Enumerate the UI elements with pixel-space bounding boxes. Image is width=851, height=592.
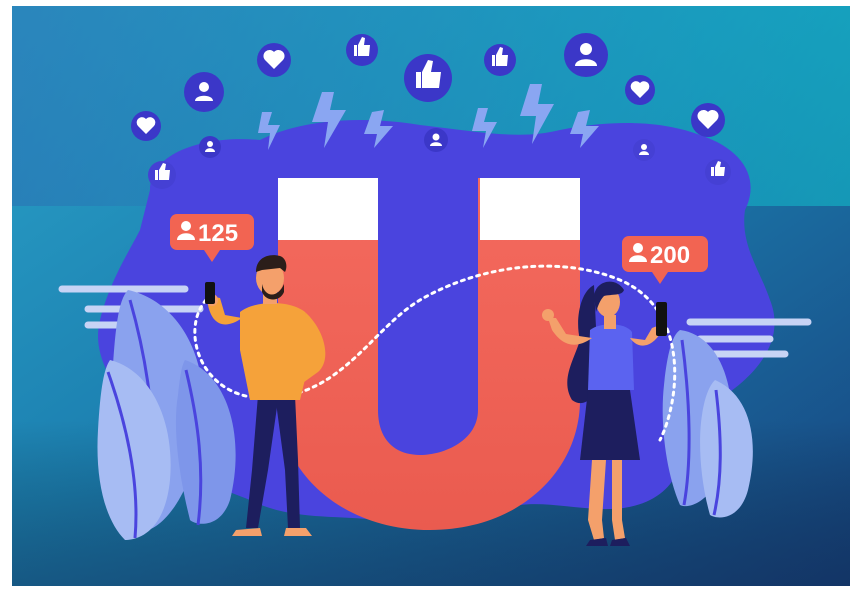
badge-count-right: 200 <box>650 242 690 269</box>
badge-count-left: 125 <box>198 220 238 247</box>
user-icon <box>424 128 448 152</box>
phone-icon <box>656 302 667 336</box>
heart-icon <box>257 43 291 77</box>
user-icon <box>199 136 221 158</box>
magnet-tip-left <box>278 178 378 240</box>
thumbs-up-icon <box>705 159 731 185</box>
magnet-tip-right <box>480 178 580 240</box>
user-icon <box>184 72 224 112</box>
thumbs-up-icon <box>484 44 516 76</box>
thumbs-up-icon <box>404 54 452 102</box>
thumbs-up-icon <box>346 34 378 66</box>
thumbs-up-icon <box>148 161 176 189</box>
heart-icon <box>131 111 161 141</box>
magnet-marketing-illustration: 125 200 <box>0 0 851 592</box>
heart-icon <box>691 103 725 137</box>
user-icon <box>564 33 608 77</box>
phone-icon <box>205 282 215 304</box>
user-icon <box>633 139 655 161</box>
heart-icon <box>625 75 655 105</box>
